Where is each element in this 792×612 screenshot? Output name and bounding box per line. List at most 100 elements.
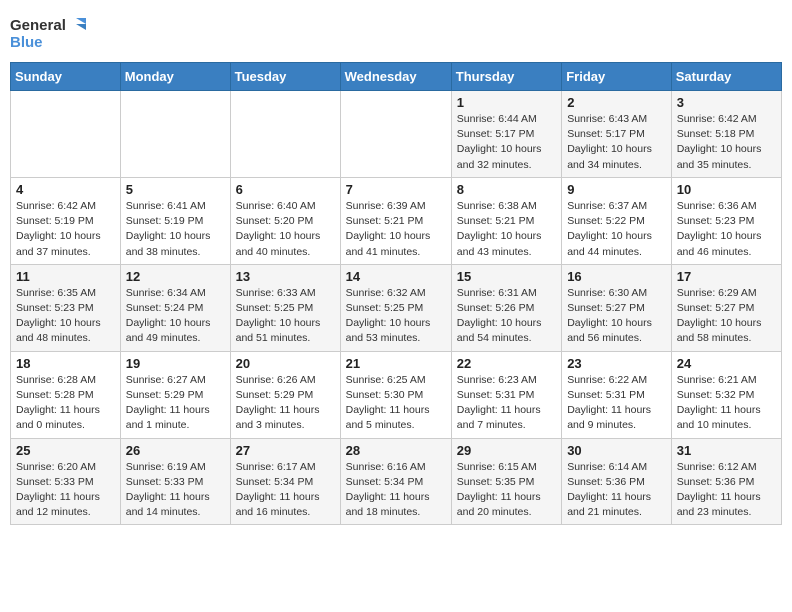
day-cell: 23 Sunrise: 6:22 AM Sunset: 5:31 PM Dayli… <box>562 351 672 438</box>
day-info: Sunrise: 6:35 AM Sunset: 5:23 PM Dayligh… <box>16 286 115 347</box>
day-number: 11 <box>16 269 115 284</box>
day-cell: 4Sunrise: 6:42 AM Sunset: 5:19 PM Daylig… <box>11 177 121 264</box>
day-info: Sunrise: 6:44 AM Sunset: 5:17 PM Dayligh… <box>457 112 556 173</box>
day-number: 9 <box>567 182 666 197</box>
day-cell: 17 Sunrise: 6:29 AM Sunset: 5:27 PM Dayli… <box>671 264 781 351</box>
day-number: 6 <box>236 182 335 197</box>
day-header-sunday: Sunday <box>11 63 121 91</box>
day-number: 8 <box>457 182 556 197</box>
day-number: 14 <box>346 269 446 284</box>
day-number: 20 <box>236 356 335 371</box>
day-number: 1 <box>457 95 556 110</box>
day-cell: 7 Sunrise: 6:39 AM Sunset: 5:21 PM Daylig… <box>340 177 451 264</box>
day-number: 7 <box>346 182 446 197</box>
day-cell: 18Sunrise: 6:28 AM Sunset: 5:28 PM Dayli… <box>11 351 121 438</box>
day-info: Sunrise: 6:17 AM Sunset: 5:34 PM Dayligh… <box>236 460 335 521</box>
day-number: 18 <box>16 356 115 371</box>
day-number: 12 <box>126 269 225 284</box>
day-cell: 19Sunrise: 6:27 AM Sunset: 5:29 PM Dayli… <box>120 351 230 438</box>
day-cell: 3 Sunrise: 6:42 AM Sunset: 5:18 PM Daylig… <box>671 91 781 178</box>
day-info: Sunrise: 6:31 AM Sunset: 5:26 PM Dayligh… <box>457 286 556 347</box>
day-header-friday: Friday <box>562 63 672 91</box>
day-cell: 9 Sunrise: 6:37 AM Sunset: 5:22 PM Daylig… <box>562 177 672 264</box>
day-info: Sunrise: 6:12 AM Sunset: 5:36 PM Dayligh… <box>677 460 776 521</box>
day-info: Sunrise: 6:34 AM Sunset: 5:24 PM Dayligh… <box>126 286 225 347</box>
day-info: Sunrise: 6:42 AM Sunset: 5:18 PM Dayligh… <box>677 112 776 173</box>
day-number: 17 <box>677 269 776 284</box>
day-cell: 10Sunrise: 6:36 AM Sunset: 5:23 PM Dayli… <box>671 177 781 264</box>
day-cell: 14 Sunrise: 6:32 AM Sunset: 5:25 PM Dayli… <box>340 264 451 351</box>
day-info: Sunrise: 6:41 AM Sunset: 5:19 PM Dayligh… <box>126 199 225 260</box>
day-info: Sunrise: 6:22 AM Sunset: 5:31 PM Dayligh… <box>567 373 666 434</box>
week-row-5: 25 Sunrise: 6:20 AM Sunset: 5:33 PM Dayli… <box>11 438 782 525</box>
day-cell: 1 Sunrise: 6:44 AM Sunset: 5:17 PM Daylig… <box>451 91 561 178</box>
day-cell: 2 Sunrise: 6:43 AM Sunset: 5:17 PM Daylig… <box>562 91 672 178</box>
day-cell: 22 Sunrise: 6:23 AM Sunset: 5:31 PM Dayli… <box>451 351 561 438</box>
day-cell: 13 Sunrise: 6:33 AM Sunset: 5:25 PM Dayli… <box>230 264 340 351</box>
logo: General Blue <box>10 14 90 54</box>
day-info: Sunrise: 6:14 AM Sunset: 5:36 PM Dayligh… <box>567 460 666 521</box>
day-info: Sunrise: 6:27 AM Sunset: 5:29 PM Dayligh… <box>126 373 225 434</box>
day-info: Sunrise: 6:19 AM Sunset: 5:33 PM Dayligh… <box>126 460 225 521</box>
day-cell: 8 Sunrise: 6:38 AM Sunset: 5:21 PM Daylig… <box>451 177 561 264</box>
day-cell: 6 Sunrise: 6:40 AM Sunset: 5:20 PM Daylig… <box>230 177 340 264</box>
day-cell: 29 Sunrise: 6:15 AM Sunset: 5:35 PM Dayli… <box>451 438 561 525</box>
day-header-saturday: Saturday <box>671 63 781 91</box>
logo-icon: General Blue <box>10 14 90 54</box>
calendar-table: SundayMondayTuesdayWednesdayThursdayFrid… <box>10 62 782 525</box>
day-info: Sunrise: 6:15 AM Sunset: 5:35 PM Dayligh… <box>457 460 556 521</box>
day-number: 28 <box>346 443 446 458</box>
day-info: Sunrise: 6:43 AM Sunset: 5:17 PM Dayligh… <box>567 112 666 173</box>
day-info: Sunrise: 6:33 AM Sunset: 5:25 PM Dayligh… <box>236 286 335 347</box>
day-cell <box>340 91 451 178</box>
page-header: General Blue <box>10 10 782 54</box>
day-info: Sunrise: 6:16 AM Sunset: 5:34 PM Dayligh… <box>346 460 446 521</box>
day-number: 3 <box>677 95 776 110</box>
day-info: Sunrise: 6:21 AM Sunset: 5:32 PM Dayligh… <box>677 373 776 434</box>
day-cell: 26 Sunrise: 6:19 AM Sunset: 5:33 PM Dayli… <box>120 438 230 525</box>
day-number: 13 <box>236 269 335 284</box>
day-number: 2 <box>567 95 666 110</box>
week-row-4: 18Sunrise: 6:28 AM Sunset: 5:28 PM Dayli… <box>11 351 782 438</box>
day-number: 22 <box>457 356 556 371</box>
day-header-tuesday: Tuesday <box>230 63 340 91</box>
day-header-thursday: Thursday <box>451 63 561 91</box>
day-cell: 30 Sunrise: 6:14 AM Sunset: 5:36 PM Dayli… <box>562 438 672 525</box>
day-header-row: SundayMondayTuesdayWednesdayThursdayFrid… <box>11 63 782 91</box>
day-info: Sunrise: 6:23 AM Sunset: 5:31 PM Dayligh… <box>457 373 556 434</box>
day-cell: 25 Sunrise: 6:20 AM Sunset: 5:33 PM Dayli… <box>11 438 121 525</box>
day-number: 21 <box>346 356 446 371</box>
day-info: Sunrise: 6:32 AM Sunset: 5:25 PM Dayligh… <box>346 286 446 347</box>
day-number: 15 <box>457 269 556 284</box>
day-cell: 24Sunrise: 6:21 AM Sunset: 5:32 PM Dayli… <box>671 351 781 438</box>
day-info: Sunrise: 6:39 AM Sunset: 5:21 PM Dayligh… <box>346 199 446 260</box>
day-cell: 21 Sunrise: 6:25 AM Sunset: 5:30 PM Dayli… <box>340 351 451 438</box>
day-header-monday: Monday <box>120 63 230 91</box>
day-info: Sunrise: 6:26 AM Sunset: 5:29 PM Dayligh… <box>236 373 335 434</box>
day-cell: 15 Sunrise: 6:31 AM Sunset: 5:26 PM Dayli… <box>451 264 561 351</box>
day-info: Sunrise: 6:38 AM Sunset: 5:21 PM Dayligh… <box>457 199 556 260</box>
day-cell: 20 Sunrise: 6:26 AM Sunset: 5:29 PM Dayli… <box>230 351 340 438</box>
day-number: 25 <box>16 443 115 458</box>
day-cell <box>230 91 340 178</box>
day-number: 10 <box>677 182 776 197</box>
day-info: Sunrise: 6:25 AM Sunset: 5:30 PM Dayligh… <box>346 373 446 434</box>
day-info: Sunrise: 6:20 AM Sunset: 5:33 PM Dayligh… <box>16 460 115 521</box>
week-row-2: 4Sunrise: 6:42 AM Sunset: 5:19 PM Daylig… <box>11 177 782 264</box>
day-info: Sunrise: 6:29 AM Sunset: 5:27 PM Dayligh… <box>677 286 776 347</box>
day-cell <box>11 91 121 178</box>
day-cell: 31Sunrise: 6:12 AM Sunset: 5:36 PM Dayli… <box>671 438 781 525</box>
day-info: Sunrise: 6:40 AM Sunset: 5:20 PM Dayligh… <box>236 199 335 260</box>
day-number: 16 <box>567 269 666 284</box>
day-cell: 27Sunrise: 6:17 AM Sunset: 5:34 PM Dayli… <box>230 438 340 525</box>
day-number: 23 <box>567 356 666 371</box>
day-number: 4 <box>16 182 115 197</box>
day-info: Sunrise: 6:37 AM Sunset: 5:22 PM Dayligh… <box>567 199 666 260</box>
week-row-3: 11 Sunrise: 6:35 AM Sunset: 5:23 PM Dayli… <box>11 264 782 351</box>
svg-text:General: General <box>10 17 66 34</box>
day-cell: 5Sunrise: 6:41 AM Sunset: 5:19 PM Daylig… <box>120 177 230 264</box>
day-number: 26 <box>126 443 225 458</box>
day-number: 30 <box>567 443 666 458</box>
day-number: 29 <box>457 443 556 458</box>
day-cell: 11 Sunrise: 6:35 AM Sunset: 5:23 PM Dayli… <box>11 264 121 351</box>
